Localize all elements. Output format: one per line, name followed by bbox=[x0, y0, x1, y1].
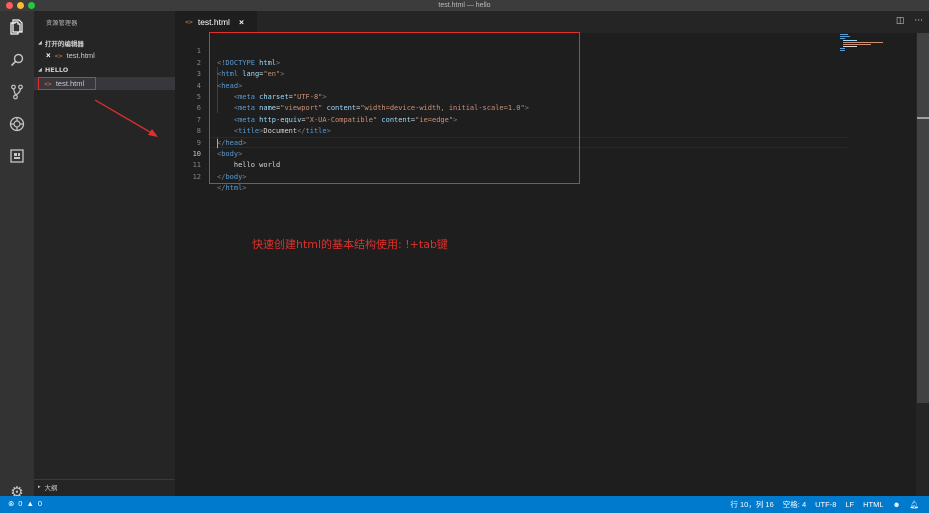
explorer-icon[interactable] bbox=[8, 18, 26, 36]
minimap-line bbox=[843, 40, 857, 41]
debug-icon[interactable] bbox=[8, 115, 26, 133]
tab-test-html[interactable]: <> test.html × bbox=[175, 11, 257, 33]
minimap-line bbox=[840, 34, 848, 35]
search-icon[interactable] bbox=[8, 51, 26, 69]
close-tab-icon[interactable]: × bbox=[239, 17, 244, 27]
html-file-icon: <> bbox=[185, 18, 193, 26]
caret-down-icon: ◢ bbox=[38, 40, 42, 46]
scrollbar-thumb[interactable] bbox=[917, 33, 929, 403]
open-editors-label: 打开的编辑器 bbox=[44, 40, 84, 48]
vertical-scrollbar[interactable] bbox=[916, 33, 929, 496]
editor-tab-bar: <> test.html × ◫ ··· bbox=[175, 11, 929, 33]
explorer-sidebar: 资源管理器 ◢ 打开的编辑器 × <> test.html ◢ HELLO <>… bbox=[34, 11, 175, 496]
caret-down-icon: ◢ bbox=[38, 67, 42, 73]
minimap-line bbox=[843, 44, 871, 45]
feedback-smiley-icon[interactable]: ☻ bbox=[893, 500, 901, 509]
problems-indicator[interactable]: ⊗ 0 ▲ 0 bbox=[8, 499, 42, 508]
open-editor-filename: test.html bbox=[66, 51, 95, 60]
error-count: 0 bbox=[18, 499, 23, 508]
minimap-line bbox=[843, 46, 857, 47]
outline-section[interactable]: ▸ 大纲 bbox=[38, 482, 58, 492]
annotation-text: 快速创建html的基本结构使用: !+tab键 bbox=[252, 238, 448, 251]
open-editor-item[interactable]: × <> test.html bbox=[46, 51, 95, 60]
warning-count: 0 bbox=[37, 499, 43, 508]
extensions-icon[interactable] bbox=[8, 147, 26, 165]
folder-label: HELLO bbox=[44, 66, 69, 74]
scrollbar-cursor-marker bbox=[917, 117, 929, 119]
status-bar: ⊗ 0 ▲ 0 行 10，列 16 空格: 4 UTF-8 LF HTML ☻ … bbox=[0, 496, 929, 513]
title-bar: test.html — hello bbox=[0, 0, 929, 11]
status-right: 行 10，列 16 空格: 4 UTF-8 LF HTML ☻ 🔔︎ bbox=[730, 499, 919, 510]
end-of-line[interactable]: LF bbox=[845, 500, 854, 509]
minimap-line bbox=[840, 38, 845, 39]
annotation-highlight-box bbox=[38, 77, 96, 90]
tab-label: test.html bbox=[197, 17, 230, 27]
cursor-position[interactable]: 行 10，列 16 bbox=[730, 499, 773, 510]
minimap[interactable] bbox=[838, 34, 898, 54]
notifications-bell-icon[interactable]: 🔔︎ bbox=[909, 500, 919, 509]
warning-icon: ▲ bbox=[26, 499, 34, 508]
html-file-icon: <> bbox=[54, 51, 63, 60]
open-editors-section[interactable]: ◢ 打开的编辑器 bbox=[38, 38, 84, 48]
caret-right-icon: ▸ bbox=[38, 484, 41, 490]
encoding[interactable]: UTF-8 bbox=[815, 500, 836, 509]
more-actions-icon[interactable]: ··· bbox=[914, 16, 923, 26]
folder-section[interactable]: ◢ HELLO bbox=[38, 66, 68, 74]
language-mode[interactable]: HTML bbox=[863, 500, 883, 509]
line-number: 12 bbox=[192, 172, 201, 181]
close-editor-icon[interactable]: × bbox=[46, 51, 51, 60]
split-editor-icon[interactable]: ◫ bbox=[896, 16, 905, 26]
minimap-line bbox=[840, 36, 850, 37]
activity-bar: ⚙ bbox=[0, 11, 34, 501]
minimap-line bbox=[843, 42, 883, 43]
minimap-line bbox=[840, 50, 845, 51]
indentation[interactable]: 空格: 4 bbox=[783, 499, 806, 510]
explorer-header: 资源管理器 bbox=[46, 20, 78, 27]
outline-label: 大纲 bbox=[44, 484, 58, 492]
annotation-arrow-icon bbox=[94, 99, 158, 137]
minimap-line bbox=[840, 48, 845, 49]
editor-actions: ◫ ··· bbox=[896, 16, 923, 26]
window-title: test.html — hello bbox=[438, 2, 491, 9]
source-control-icon[interactable] bbox=[8, 83, 26, 101]
annotation-code-box bbox=[209, 32, 580, 184]
divider bbox=[34, 479, 175, 480]
error-icon: ⊗ bbox=[8, 499, 15, 508]
